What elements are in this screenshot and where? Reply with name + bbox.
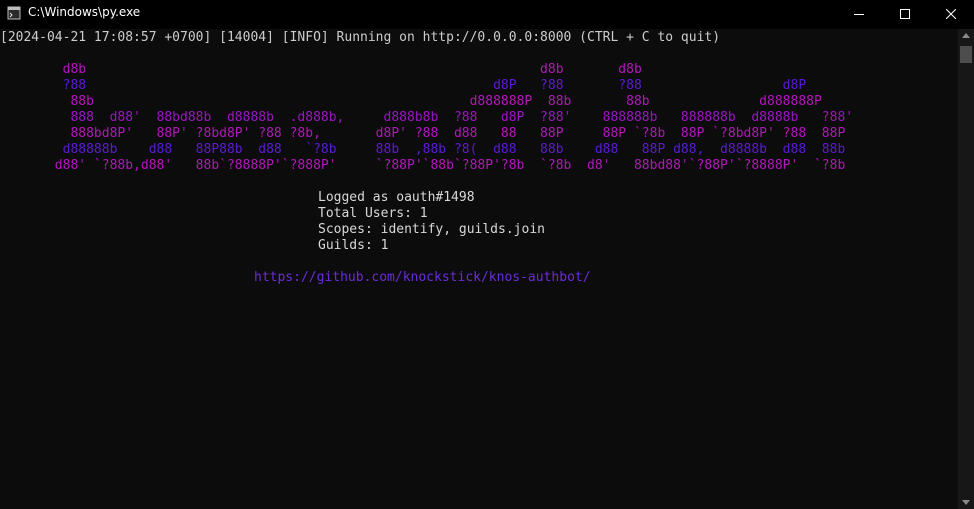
title-bar[interactable]: C:\Windows\py.exe	[0, 0, 974, 29]
ascii-art-line: d88' `?88b,d88' 88b`?8888P'`?888P' `?88P…	[0, 158, 846, 173]
server-log-line: [2024-04-21 17:08:57 +0700] [14004] [INF…	[0, 30, 721, 45]
minimize-icon	[854, 14, 864, 15]
close-icon	[946, 9, 956, 19]
minimize-button[interactable]	[836, 0, 882, 29]
ascii-art-line: 888bd8P' 88P' ?8bd8P' ?88 ?8b, d8P' ?88 …	[0, 126, 846, 141]
scopes-line: Scopes: identify, guilds.join	[318, 222, 545, 237]
window-title: C:\Windows\py.exe	[28, 5, 141, 19]
scroll-up-arrow-icon[interactable]	[962, 33, 970, 38]
ascii-art-line: d8b d8b d8b	[0, 62, 642, 77]
maximize-icon	[900, 9, 910, 19]
ascii-art-line: 88b d888888P 88b 88b d888888P	[0, 94, 822, 109]
scroll-thumb[interactable]	[960, 46, 972, 63]
close-button[interactable]	[928, 0, 974, 29]
scroll-down-arrow-icon[interactable]	[962, 500, 970, 505]
console-output[interactable]: [2024-04-21 17:08:57 +0700] [14004] [INF…	[0, 29, 958, 509]
vertical-scrollbar[interactable]	[958, 29, 974, 509]
python-icon	[7, 6, 21, 20]
github-link[interactable]: https://github.com/knockstick/knos-authb…	[254, 270, 591, 286]
guilds-line: Guilds: 1	[318, 238, 389, 253]
total-users-line: Total Users: 1	[318, 206, 428, 221]
ascii-art-line: 888 d88' 88bd88b d8888b .d888b, d888b8b …	[0, 110, 854, 125]
console-window: C:\Windows\py.exe [2024-04-21 17:08:57 +…	[0, 0, 974, 509]
ascii-art-line: d88888b d88 88P88b d88 `?8b 88b ,88b ?8(…	[0, 142, 846, 157]
logged-as-line: Logged as oauth#1498	[318, 190, 475, 205]
ascii-art-line: ?88 d8P ?88 ?88 d8P	[0, 78, 807, 93]
maximize-button[interactable]	[882, 0, 928, 29]
